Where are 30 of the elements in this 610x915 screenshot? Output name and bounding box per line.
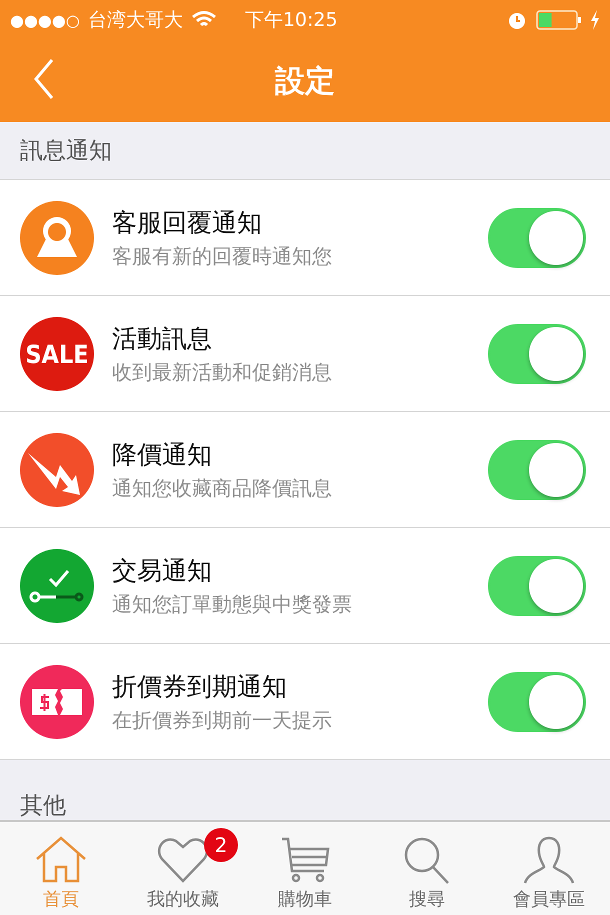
toggle-switch[interactable] [488,324,586,384]
setting-title: 折價券到期通知 [112,670,288,702]
toggle-switch[interactable] [488,556,586,616]
section-title: 其他 [20,792,66,820]
setting-description: 客服有新的回覆時通知您 [112,242,333,270]
home-icon [34,835,88,885]
battery-icon [536,9,582,31]
carrier-name: 台湾大哥大 [88,8,183,33]
signal-strength: ●●●●○ [10,10,80,30]
person-icon [522,835,576,885]
toggle-switch[interactable] [488,440,586,500]
setting-title: 交易通知 [112,554,213,586]
setting-title: 降價通知 [112,438,213,470]
setting-description: 通知您訂單動態與中獎發票 [112,590,353,618]
setting-title: 活動訊息 [112,322,213,354]
tab-bar-item[interactable]: 搜尋 [366,822,488,915]
setting-title: 客服回覆通知 [112,206,263,238]
toggle-switch[interactable] [488,672,586,732]
toggle-switch[interactable] [488,208,586,268]
sale-text: SALE [25,340,89,368]
tab-bar-item[interactable]: 我的收藏 2 [122,822,244,915]
count-badge: 2 [204,828,238,862]
tab-bar-item[interactable]: 購物車 [244,822,366,915]
page-title: 設定 [275,62,335,100]
tab-bar-item[interactable]: 會員專區 [488,822,610,915]
clock-time: 下午10:25 [244,8,338,33]
setting-description: 通知您收藏商品降價訊息 [112,474,333,502]
setting-description: 收到最新活動和促銷消息 [112,358,333,386]
setting-description: 在折價券到期前一天提示 [112,706,333,734]
section-title: 訊息通知 [20,137,112,166]
